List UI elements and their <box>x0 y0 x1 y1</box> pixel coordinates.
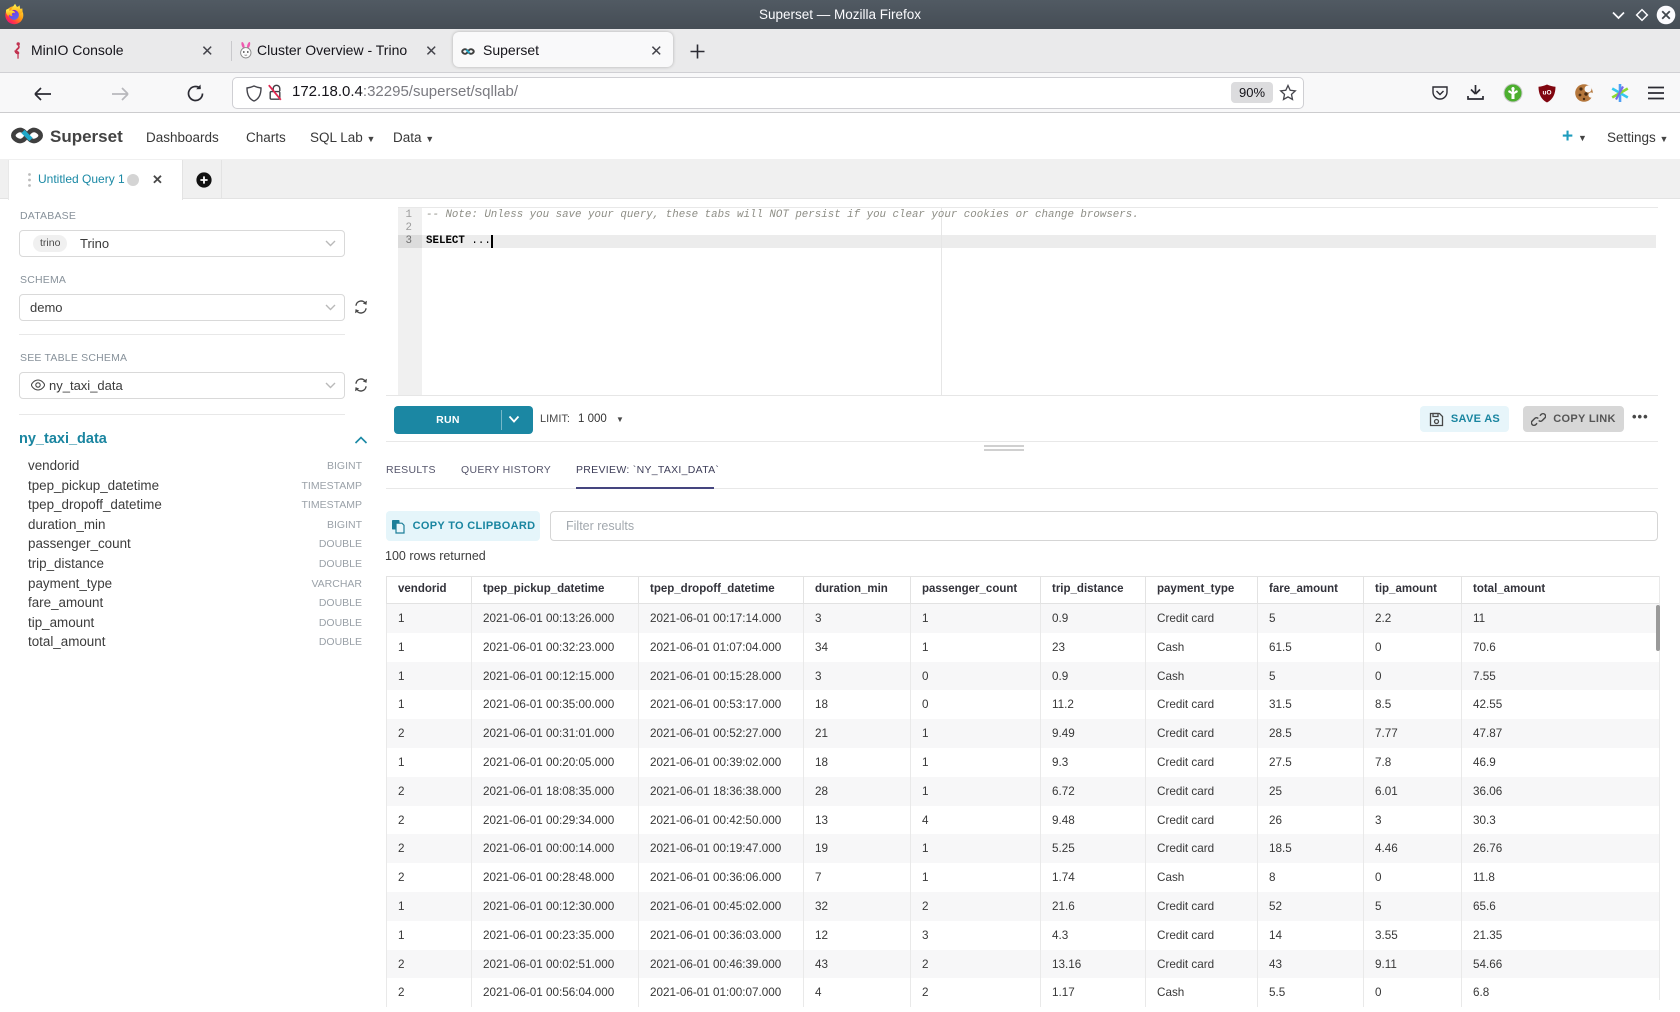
svg-text:uO: uO <box>1542 90 1551 97</box>
